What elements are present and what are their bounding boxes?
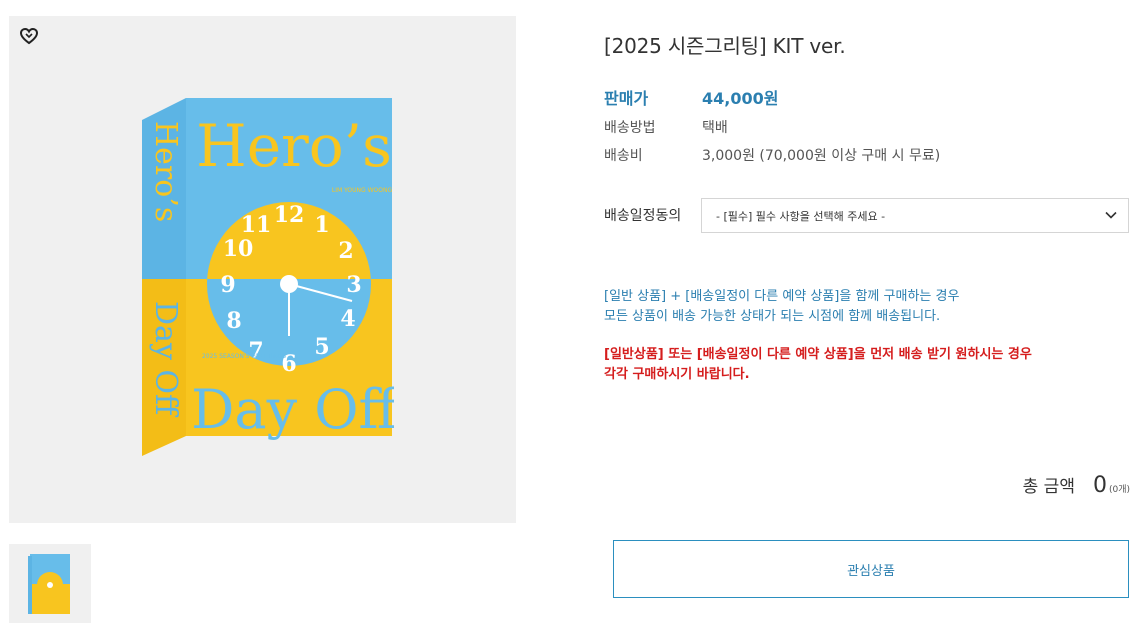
notice-blue-line: [일반 상품] + [배송일정이 다른 예약 상품]을 함께 구매하는 경우 xyxy=(604,289,960,304)
product-gallery: 12 1 2 11 10 3 4 5 6 7 8 9 Hero’s Day Of… xyxy=(9,16,516,523)
heart-outline-icon[interactable] xyxy=(18,25,40,47)
total-price: 총 금액 0 (0개) xyxy=(1023,472,1130,498)
notice-red: [일반상품] 또는 [배송일정이 다른 예약 상품]을 먼저 배송 받기 원하시… xyxy=(604,345,1032,385)
notice-blue: [일반 상품] + [배송일정이 다른 예약 상품]을 함께 구매하는 경우 모… xyxy=(604,287,959,327)
shipping-agreement-select[interactable]: - [필수] 필수 사항을 선택해 주세요 - xyxy=(701,198,1129,233)
select-value: - [필수] 필수 사항을 선택해 주세요 - xyxy=(716,209,886,223)
shipping-fee-row: 배송비 3,000원 (70,000원 이상 구매 시 무료) xyxy=(604,145,940,165)
cover-title-top: Hero’s xyxy=(196,112,392,180)
product-image: 12 1 2 11 10 3 4 5 6 7 8 9 Hero’s Day Of… xyxy=(142,98,394,456)
chevron-down-icon xyxy=(1104,208,1118,222)
spine-title-bottom: Day Off xyxy=(148,301,183,418)
shipping-fee-value: 3,000원 (70,000원 이상 구매 시 무료) xyxy=(702,148,941,164)
shipping-method-label: 배송방법 xyxy=(604,120,656,136)
svg-text:9: 9 xyxy=(220,272,235,298)
wishlist-button[interactable]: 관심상품 xyxy=(613,540,1129,598)
spine-title-top: Hero’s xyxy=(148,121,183,222)
svg-text:3: 3 xyxy=(346,272,361,298)
option-label: 배송일정동의 xyxy=(604,208,682,224)
svg-text:2: 2 xyxy=(338,238,353,264)
svg-text:10: 10 xyxy=(223,236,254,262)
total-value: 0 xyxy=(1092,473,1107,498)
shipping-method-value: 택배 xyxy=(702,120,728,136)
cover-greeting: 2025 SEASON'S GREETINGS xyxy=(202,353,286,360)
cover-artist: LIM YOUNG WOONG xyxy=(332,187,393,194)
svg-text:11: 11 xyxy=(241,212,272,238)
price-row: 판매가 44,000원 xyxy=(604,85,778,109)
svg-text:7: 7 xyxy=(248,338,263,364)
svg-text:5: 5 xyxy=(314,334,329,360)
svg-text:12: 12 xyxy=(274,202,305,228)
notice-red-line: 각각 구매하시기 바랍니다. xyxy=(604,367,750,382)
shipping-method-row: 배송방법 택배 xyxy=(604,117,728,137)
notice-red-line: [일반상품] 또는 [배송일정이 다른 예약 상품]을 먼저 배송 받기 원하시… xyxy=(604,347,1032,362)
total-count: (0개) xyxy=(1108,485,1130,495)
price-value: 44,000원 xyxy=(702,89,779,108)
shipping-fee-label: 배송비 xyxy=(604,148,643,164)
price-label: 판매가 xyxy=(604,89,649,108)
svg-text:4: 4 xyxy=(340,306,355,332)
thumbnail-image[interactable] xyxy=(9,544,91,623)
cover-title-bottom: Day Off xyxy=(191,378,394,441)
svg-text:1: 1 xyxy=(314,212,329,238)
notice-blue-line: 모든 상품이 배송 가능한 상태가 되는 시점에 함께 배송됩니다. xyxy=(604,309,941,324)
product-title: [2025 시즌그리팅] KIT ver. xyxy=(604,34,846,58)
svg-text:8: 8 xyxy=(226,308,241,334)
total-label: 총 금액 xyxy=(1022,477,1075,497)
